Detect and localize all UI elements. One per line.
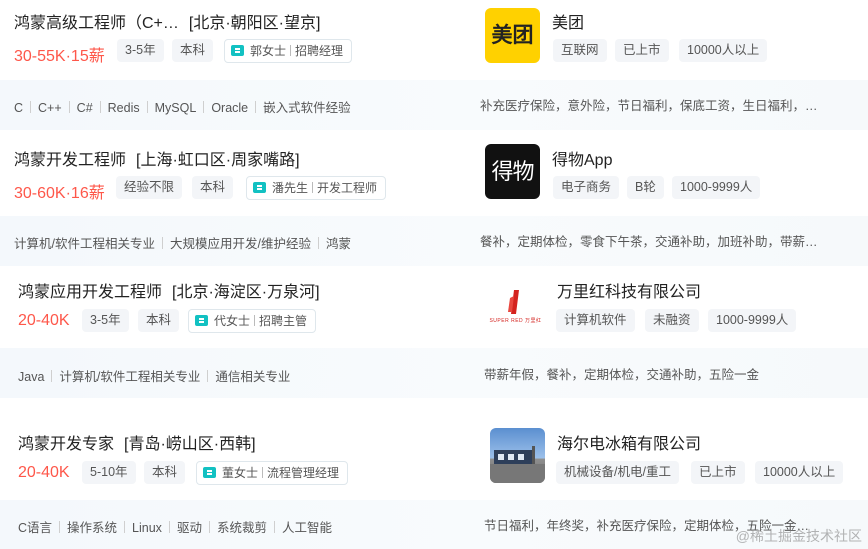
company-name[interactable]: 海尔电冰箱有限公司 <box>557 430 701 454</box>
company-size-tag: 1000-9999人 <box>708 309 797 332</box>
job-title-text[interactable]: 鸿蒙高级工程师（C+… <box>14 15 179 32</box>
recruiter-name: 郭女士 <box>250 44 287 58</box>
experience-tag: 3-5年 <box>82 309 129 332</box>
company-name[interactable]: 万里红科技有限公司 <box>557 278 701 302</box>
company-logo[interactable]: SUPER RED 万里红 <box>488 276 543 331</box>
skill-tag: Redis <box>107 101 140 115</box>
recruiter-role: 流程管理经理 <box>267 466 340 480</box>
job-location: [北京·海淀区·万泉河] <box>172 284 320 301</box>
chat-icon <box>253 182 266 193</box>
experience-tag: 经验不限 <box>116 176 183 199</box>
job-title[interactable]: 鸿蒙开发专家 [青岛·崂山区·西韩] <box>18 430 256 454</box>
education-tag: 本科 <box>172 39 214 62</box>
education-tag: 本科 <box>138 309 180 332</box>
skill-tag: C++ <box>38 101 62 115</box>
company-industry-tag: 电子商务 <box>553 176 620 199</box>
skill-tag: 驱动 <box>176 521 202 535</box>
recruiter-role: 招聘主管 <box>259 314 308 328</box>
chat-icon <box>203 467 216 478</box>
recruiter-badge[interactable]: 潘先生 开发工程师 <box>246 176 387 200</box>
skill-tag: 通信相关专业 <box>215 370 291 384</box>
recruiter-badge[interactable]: 代女士 招聘主管 <box>188 309 317 333</box>
company-industry-tag: 计算机软件 <box>556 309 635 332</box>
company-size-tag: 1000-9999人 <box>672 176 761 199</box>
skill-tag: 系统裁剪 <box>216 521 267 535</box>
job-title-text[interactable]: 鸿蒙开发专家 <box>18 436 114 453</box>
skill-tag: MySQL <box>154 101 197 115</box>
job-title-text[interactable]: 鸿蒙开发工程师 <box>14 152 126 169</box>
job-location: [北京·朝阳区·望京] <box>188 15 321 32</box>
salary: 30-60K·16薪 <box>14 185 105 202</box>
company-name[interactable]: 得物App <box>552 146 612 170</box>
salary: 20-40K <box>18 464 70 481</box>
superred-logo-text: SUPER RED 万里红 <box>489 318 542 324</box>
skill-tag: 鸿蒙 <box>325 237 351 251</box>
company-size-tag: 10000人以上 <box>755 461 844 484</box>
job-title[interactable]: 鸿蒙高级工程师（C+… [北京·朝阳区·望京] <box>14 9 320 33</box>
skill-tag: 操作系统 <box>67 521 118 535</box>
skill-tag: 计算机/软件工程相关专业 <box>59 370 201 384</box>
company-stage-tag: 已上市 <box>691 461 745 484</box>
company-name[interactable]: 美团 <box>552 9 584 33</box>
skill-tag: Oracle <box>211 101 249 115</box>
company-stage-tag: 已上市 <box>615 39 669 62</box>
job-location: [上海·虹口区·周家嘴路] <box>136 152 300 169</box>
company-logo[interactable] <box>490 428 545 483</box>
skill-tag: Java <box>18 370 45 384</box>
company-size-tag: 10000人以上 <box>679 39 768 62</box>
education-tag: 本科 <box>192 176 234 199</box>
skill-list: C语言 操作系统 Linux 驱动 系统裁剪 人工智能 <box>18 517 332 536</box>
watermark: @稀土掘金技术社区 <box>735 528 862 544</box>
recruiter-name: 董女士 <box>222 466 259 480</box>
salary: 20-40K <box>18 312 70 329</box>
job-location: [青岛·崂山区·西韩] <box>124 436 256 453</box>
welfare-text: 带薪年假，餐补，定期体检，交通补助，五险一金 <box>484 368 760 382</box>
welfare-text: 补充医疗保险，意外险，节日福利，保底工资，生日福利，… <box>480 99 818 113</box>
skill-tag: C语言 <box>18 521 53 535</box>
skill-tag: 计算机/软件工程相关专业 <box>14 237 155 251</box>
company-logo[interactable]: 得物 <box>485 144 540 199</box>
education-tag: 本科 <box>144 461 186 484</box>
experience-tag: 3-5年 <box>117 39 164 62</box>
salary: 30-55K·15薪 <box>14 48 105 65</box>
recruiter-badge[interactable]: 郭女士 招聘经理 <box>224 39 353 63</box>
company-industry-tag: 机械设备/机电/重工 <box>556 461 679 484</box>
company-stage-tag: 未融资 <box>645 309 699 332</box>
recruiter-role: 招聘经理 <box>295 44 344 58</box>
company-industry-tag: 互联网 <box>553 39 607 62</box>
skill-tag: 大规模应用开发/维护经验 <box>169 237 311 251</box>
meituan-logo-text: 美团 <box>491 24 534 47</box>
experience-tag: 5-10年 <box>82 461 136 484</box>
building-photo-icon <box>490 446 545 483</box>
recruiter-role: 开发工程师 <box>317 181 378 195</box>
job-title-text[interactable]: 鸿蒙应用开发工程师 <box>18 284 162 301</box>
job-title[interactable]: 鸿蒙应用开发工程师 [北京·海淀区·万泉河] <box>18 278 320 302</box>
job-title[interactable]: 鸿蒙开发工程师 [上海·虹口区·周家嘴路] <box>14 146 300 170</box>
chat-icon <box>195 315 208 326</box>
chat-icon <box>231 45 244 56</box>
skill-list: 计算机/软件工程相关专业 大规模应用开发/维护经验 鸿蒙 <box>14 233 351 252</box>
company-stage-tag: B轮 <box>627 176 664 199</box>
skill-tag: C# <box>76 101 93 115</box>
skill-tag: Linux <box>132 521 162 535</box>
company-logo[interactable]: 美团 <box>485 8 540 63</box>
dewu-logo-text: 得物 <box>491 159 534 184</box>
skill-list: C C++ C# Redis MySQL Oracle 嵌入式软件经验 <box>14 97 351 116</box>
recruiter-name: 潘先生 <box>272 181 309 195</box>
skill-tag: 嵌入式软件经验 <box>263 101 351 115</box>
recruiter-badge[interactable]: 董女士 流程管理经理 <box>196 461 349 485</box>
recruiter-name: 代女士 <box>214 314 251 328</box>
welfare-text: 餐补，定期体检，零食下午茶，交通补助，加班补助，带薪… <box>480 235 818 249</box>
skill-list: Java 计算机/软件工程相关专业 通信相关专业 <box>18 366 290 385</box>
skill-tag: 人工智能 <box>281 521 332 535</box>
skill-tag: C <box>14 101 24 115</box>
